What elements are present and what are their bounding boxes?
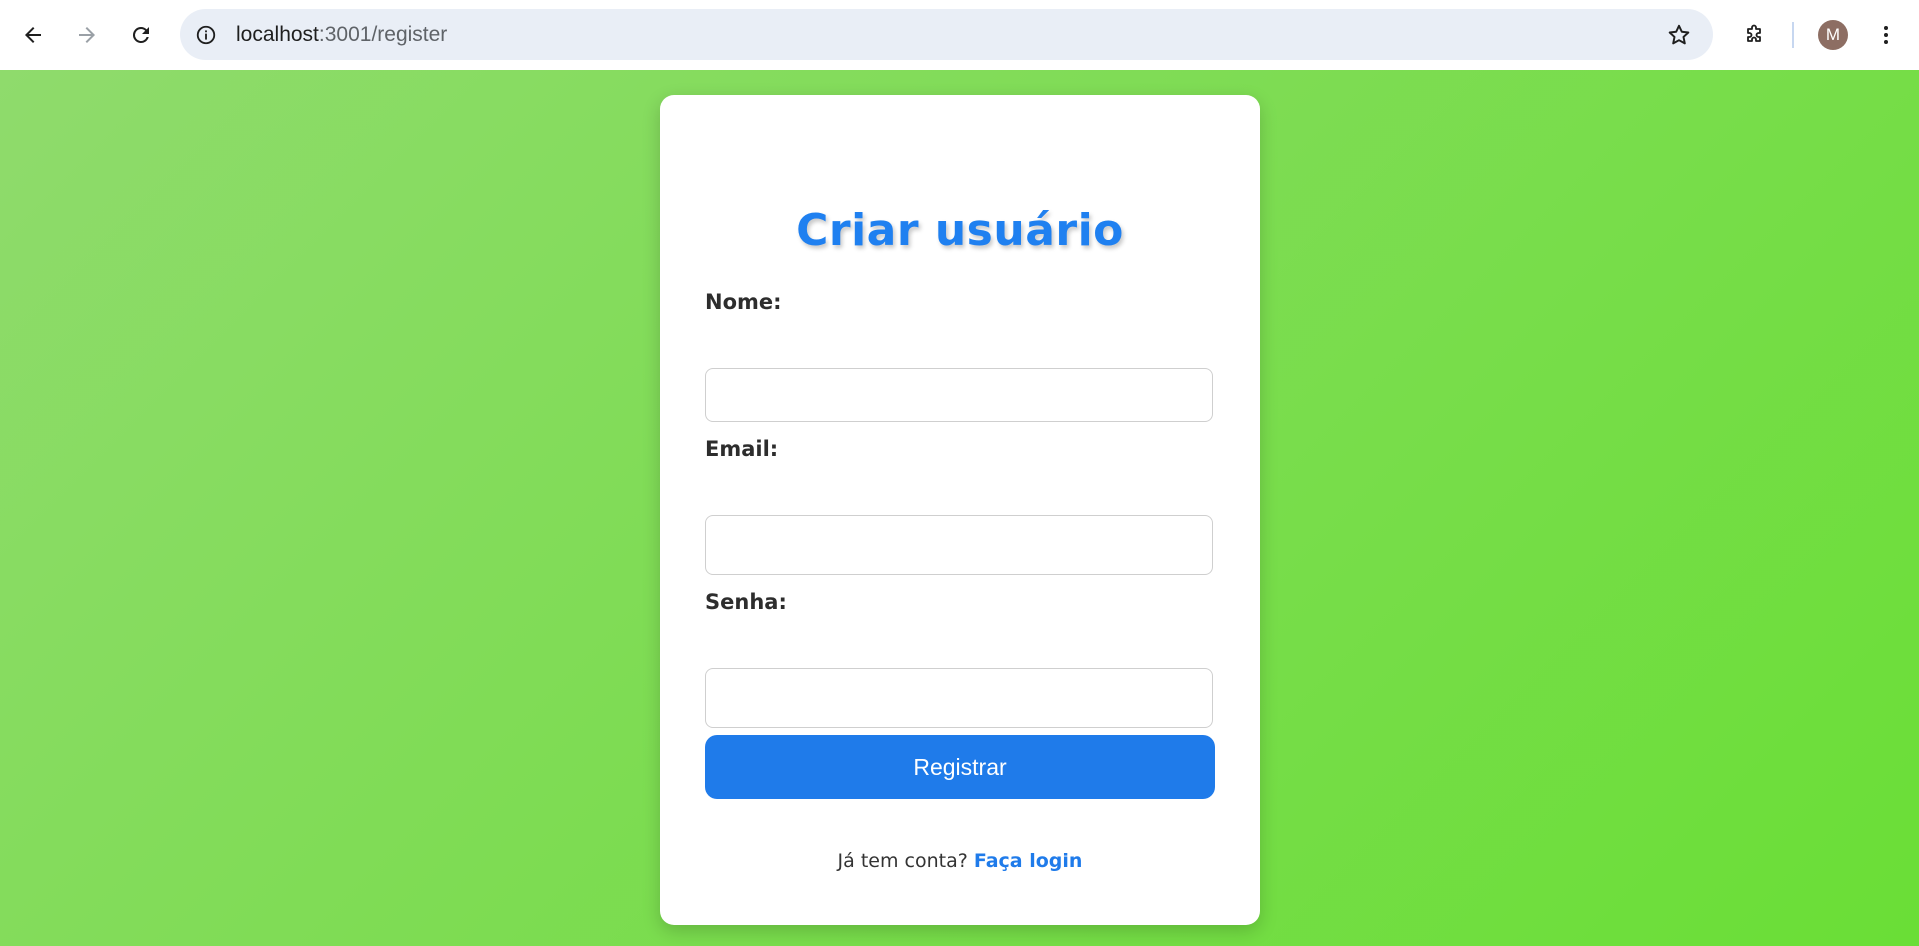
login-link[interactable]: Faça login [974, 850, 1083, 872]
page-background: Criar usuário Nome: Email: Senha: Regist… [0, 70, 1919, 946]
password-label: Senha: [705, 590, 787, 614]
star-icon[interactable] [1665, 21, 1693, 49]
login-prompt-text: Já tem conta? [837, 850, 968, 872]
reload-button[interactable] [121, 15, 161, 55]
info-icon[interactable] [193, 22, 219, 48]
register-card: Criar usuário Nome: Email: Senha: Regist… [660, 95, 1260, 925]
toolbar-divider [1792, 22, 1794, 48]
arrow-right-icon [79, 27, 95, 43]
back-button[interactable] [13, 15, 53, 55]
forward-button[interactable] [67, 15, 107, 55]
page-title: Criar usuário [796, 205, 1124, 256]
extensions-button[interactable] [1734, 15, 1774, 55]
avatar[interactable]: M [1818, 20, 1848, 50]
arrow-left-icon [25, 27, 41, 43]
login-prompt: Já tem conta? Faça login [660, 850, 1260, 872]
kebab-menu-icon [1884, 26, 1888, 44]
url-host: localhost [236, 23, 319, 46]
address-bar[interactable]: localhost:3001/register [180, 9, 1713, 60]
url-text: localhost:3001/register [236, 22, 447, 48]
email-field[interactable] [705, 515, 1213, 575]
password-field[interactable] [705, 668, 1213, 728]
email-label: Email: [705, 437, 779, 461]
name-field[interactable] [705, 368, 1213, 422]
browser-menu-button[interactable] [1866, 15, 1906, 55]
name-label: Nome: [705, 290, 782, 314]
url-path: :3001/register [318, 23, 448, 46]
puzzle-icon [1747, 24, 1761, 42]
browser-toolbar: localhost:3001/register M [0, 0, 1919, 70]
register-button[interactable]: Registrar [705, 735, 1215, 799]
reload-icon [132, 26, 149, 43]
